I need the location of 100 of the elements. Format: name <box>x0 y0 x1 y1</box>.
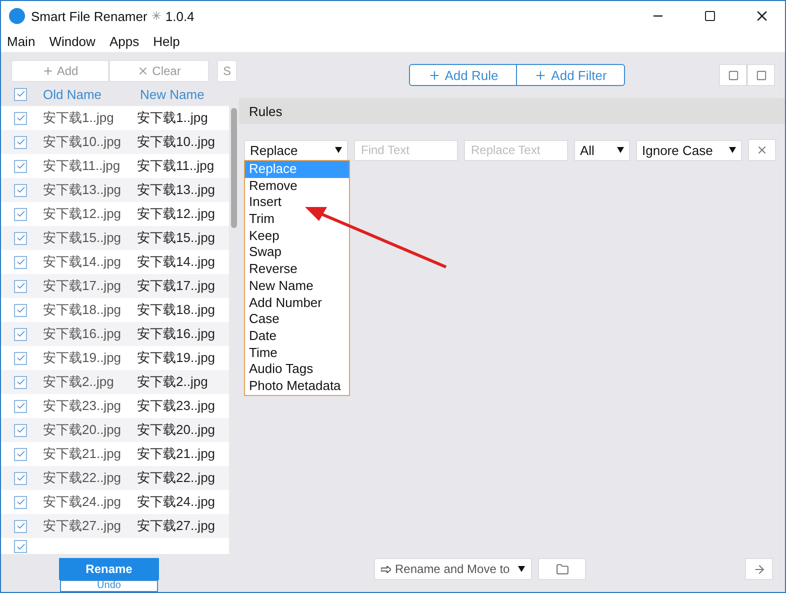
old-name-cell-text: 安下载10..jpg <box>43 133 122 151</box>
check-icon <box>16 401 26 411</box>
new-name-cell-text: 安下载21..jpg <box>137 445 216 463</box>
row-checkbox[interactable] <box>14 184 27 196</box>
replace-text-field[interactable]: Replace Text <box>464 140 568 160</box>
new-name-cell-text: 安下载17..jpg <box>137 277 216 295</box>
old-name-cell-text: 安下载11..jpg <box>43 157 122 175</box>
check-icon <box>16 305 26 315</box>
plus-icon <box>42 65 54 77</box>
row-checkbox[interactable] <box>14 304 27 316</box>
old-name-cell-text: 安下载16..jpg <box>43 325 122 343</box>
rename-button[interactable]: Rename <box>59 558 159 580</box>
row-checkbox[interactable] <box>14 112 27 124</box>
old-name-cell-text: 安下载27..jpg <box>43 517 122 535</box>
new-name-cell-text: 安下载15..jpg <box>137 229 216 247</box>
menu-item[interactable]: Help <box>153 34 180 49</box>
row-checkbox[interactable] <box>14 256 27 268</box>
check-icon <box>16 281 26 291</box>
old-name-cell-text: 安下载1..jpg <box>43 109 115 127</box>
undo-button[interactable]: Undo <box>60 580 158 592</box>
old-name-cell-text: 安下载17..jpg <box>43 277 122 295</box>
plus-icon <box>428 68 441 82</box>
old-name-cell-text: 安下载15..jpg <box>43 229 122 247</box>
square-icon <box>756 70 766 80</box>
find-text-field[interactable]: Find Text <box>354 140 458 160</box>
new-name-cell-text: 安下载20..jpg <box>137 421 216 439</box>
menu-item[interactable]: Main <box>7 34 36 49</box>
new-name-cell-text: 安下载22..jpg <box>137 469 216 487</box>
case-select[interactable]: Ignore Case <box>636 140 742 160</box>
rule-type-select[interactable]: Replace <box>244 140 348 160</box>
square-icon <box>728 70 738 80</box>
old-name-cell-text: 安下载23..jpg <box>43 397 122 415</box>
old-name-cell-text: 安下载24..jpg <box>43 493 122 511</box>
folder-button[interactable] <box>538 558 586 580</box>
old-name-cell-text: 安下载18..jpg <box>43 301 122 319</box>
old-name-cell-text: 安下载13..jpg <box>43 181 122 199</box>
scope-select[interactable]: All <box>574 140 630 160</box>
arrow-icon <box>752 562 766 576</box>
arrow-icon <box>381 566 391 572</box>
row-checkbox[interactable] <box>14 448 27 460</box>
app-logo-icon <box>9 8 25 24</box>
check-icon <box>16 137 26 147</box>
check-icon <box>16 209 26 219</box>
add-filter-button[interactable]: Add Filter <box>516 65 624 85</box>
check-icon <box>16 473 26 483</box>
export-button[interactable] <box>747 64 775 86</box>
row-checkbox[interactable] <box>14 136 27 148</box>
caret-icon <box>335 147 342 153</box>
add-rule-button[interactable]: Add Rule <box>410 65 516 85</box>
remove-rule-button[interactable] <box>748 139 776 161</box>
version-label: 1.0.4 <box>165 8 194 24</box>
old-name-cell-text: 安下载2..jpg <box>43 373 115 391</box>
old-name-cell-text: 安下载20..jpg <box>43 421 122 439</box>
check-icon <box>16 89 26 99</box>
move-mode-select[interactable]: Rename and Move to <box>374 558 532 580</box>
select-all-checkbox[interactable] <box>14 88 27 100</box>
next-button[interactable] <box>745 558 773 580</box>
old-name-cell-text: 安下载12..jpg <box>43 205 122 223</box>
old-name-cell-text: 安下载19..jpg <box>43 349 122 367</box>
check-icon <box>16 449 26 459</box>
row-checkbox[interactable] <box>14 540 27 553</box>
row-checkbox[interactable] <box>14 160 27 172</box>
new-name-cell-text: 安下载19..jpg <box>137 349 216 367</box>
row-checkbox[interactable] <box>14 472 27 484</box>
row-checkbox[interactable] <box>14 232 27 244</box>
close-icon <box>756 144 768 156</box>
new-name-cell-text: 安下载27..jpg <box>137 517 216 535</box>
caret-icon <box>617 147 624 153</box>
check-icon <box>16 497 26 507</box>
check-icon <box>16 542 26 552</box>
scrollbar[interactable] <box>231 108 237 228</box>
check-icon <box>16 257 26 267</box>
new-name-cell-text: 安下载2..jpg <box>137 373 209 391</box>
check-icon <box>16 329 26 339</box>
check-icon <box>16 113 26 123</box>
row-checkbox[interactable] <box>14 208 27 220</box>
new-name-cell-text: 安下载12..jpg <box>137 205 216 223</box>
menu-item[interactable]: Apps <box>109 34 140 49</box>
menu-item[interactable]: Window <box>49 34 96 49</box>
folder-icon <box>556 562 568 576</box>
check-icon <box>16 161 26 171</box>
close-icon <box>137 65 150 77</box>
new-name-cell-text: 安下载10..jpg <box>137 133 216 151</box>
row-checkbox[interactable] <box>14 424 27 436</box>
row-checkbox[interactable] <box>14 496 27 508</box>
old-name-cell-text: 安下载21..jpg <box>43 445 122 463</box>
check-icon <box>16 233 26 243</box>
row-checkbox[interactable] <box>14 400 27 412</box>
row-checkbox[interactable] <box>14 352 27 364</box>
row-checkbox[interactable] <box>14 376 27 388</box>
import-button[interactable] <box>719 64 747 86</box>
rules-title: Rules <box>249 104 282 118</box>
new-name-cell-text: 安下载14..jpg <box>137 253 216 271</box>
row-checkbox[interactable] <box>14 328 27 340</box>
check-icon <box>16 521 26 531</box>
check-icon <box>16 185 26 195</box>
caret-icon <box>518 566 525 572</box>
row-checkbox[interactable] <box>14 280 27 292</box>
new-name-cell-text: 安下载11..jpg <box>137 157 216 175</box>
row-checkbox[interactable] <box>14 520 27 532</box>
